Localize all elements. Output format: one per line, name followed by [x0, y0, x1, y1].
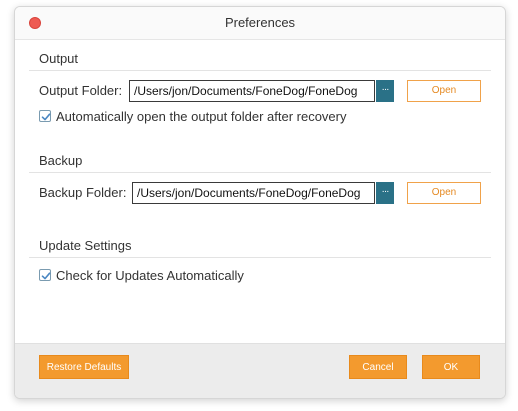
output-folder-label: Output Folder:: [39, 83, 123, 98]
title-bar: Preferences: [15, 7, 505, 40]
output-section-title: Output: [39, 51, 79, 66]
checkmark-icon: [41, 113, 51, 121]
backup-divider: [29, 172, 491, 173]
output-divider: [29, 70, 491, 71]
check-updates-checkbox[interactable]: [39, 269, 51, 281]
restore-defaults-button[interactable]: Restore Defaults: [39, 355, 129, 379]
preferences-window: Preferences Output Output Folder: /Users…: [14, 6, 506, 399]
output-browse-button[interactable]: ···: [376, 80, 394, 102]
update-divider: [29, 257, 491, 258]
backup-folder-label: Backup Folder:: [39, 185, 127, 200]
backup-browse-button[interactable]: ···: [376, 182, 394, 204]
auto-open-checkbox[interactable]: [39, 110, 51, 122]
output-folder-input[interactable]: /Users/jon/Documents/FoneDog/FoneDog: [129, 80, 375, 102]
window-title: Preferences: [224, 15, 296, 30]
footer-bar: Restore Defaults Cancel OK: [15, 343, 505, 398]
update-section-title: Update Settings: [39, 238, 132, 253]
backup-open-button[interactable]: Open: [407, 182, 481, 204]
output-open-button[interactable]: Open: [407, 80, 481, 102]
check-updates-label: Check for Updates Automatically: [56, 268, 244, 283]
backup-folder-input[interactable]: /Users/jon/Documents/FoneDog/FoneDog: [132, 182, 375, 204]
ok-button[interactable]: OK: [422, 355, 480, 379]
backup-section-title: Backup: [39, 153, 83, 168]
check-updates-row[interactable]: Check for Updates Automatically: [39, 268, 279, 284]
auto-open-label: Automatically open the output folder aft…: [56, 109, 347, 124]
cancel-button[interactable]: Cancel: [349, 355, 407, 379]
auto-open-row[interactable]: Automatically open the output folder aft…: [39, 109, 379, 125]
checkmark-icon: [41, 272, 51, 280]
